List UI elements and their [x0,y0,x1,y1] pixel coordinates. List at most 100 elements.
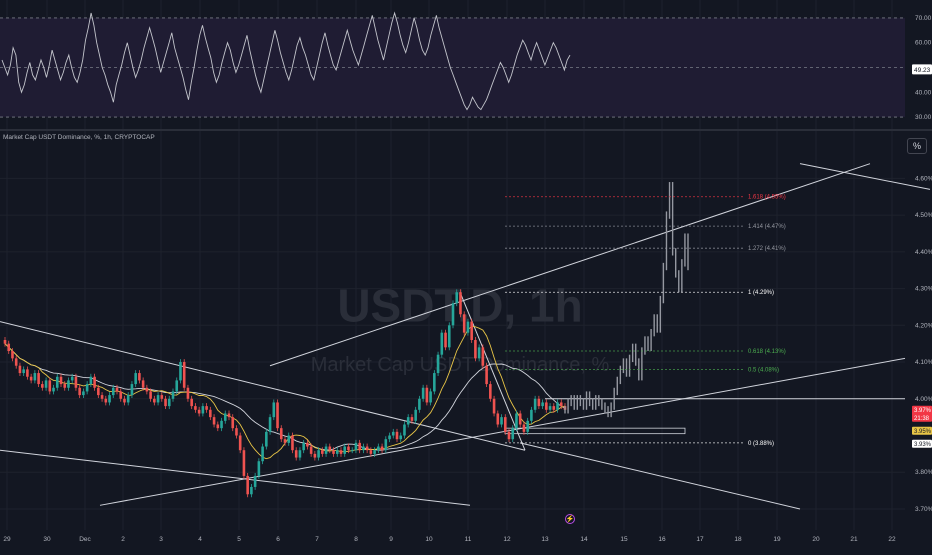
candle-body [216,424,220,429]
candle-body [156,395,160,403]
candle-body [515,413,518,429]
candle-body [265,431,268,447]
candle-body [391,431,395,436]
y-axis-tick: 4.40% [915,249,932,256]
watermark-name: Market Cap USDT Dominance, % [311,354,610,376]
candle-body [317,450,320,458]
candle-body [22,369,25,374]
x-axis-tick: 10 [425,536,433,543]
candle-body [138,373,141,381]
candle-body [481,347,485,366]
candle-body [474,340,477,359]
candle-body [533,398,537,410]
candle-body [548,406,552,410]
candle-body [358,442,361,451]
x-axis-tick: 5 [237,536,241,543]
candle-body [119,391,123,399]
x-axis-tick: 30 [43,536,51,543]
candle-body [511,428,515,440]
candle-body [37,373,40,385]
candle-body [395,431,399,440]
candle-body [179,362,182,381]
candle-body [332,450,335,454]
candle-body [500,417,503,425]
candle-body [123,398,126,403]
candle-body [55,376,59,388]
candle-body [530,409,533,421]
candle-body [52,387,55,392]
fib-level-label: 1 (4.29%) [748,290,774,296]
candle-body [444,332,447,348]
chart-area[interactable]: 70.0060.0050.0040.0030.0049.23USDT.D, 1h… [0,0,932,550]
candle-body [231,417,235,429]
candle-body [250,486,253,495]
chart-canvas[interactable]: 70.0060.0050.0040.0030.0049.23USDT.D, 1h… [0,0,932,550]
candle-body [108,395,111,403]
candle-body [373,450,376,454]
candle-body [74,376,78,388]
candle-body [302,442,305,451]
fib-level-label: 1.272 (4.41%) [748,246,786,252]
fib-level-label: 0.5 (4.08%) [748,367,779,373]
candle-body [171,391,175,399]
x-axis-tick: 15 [620,536,628,543]
price-label: 3.97% [914,408,932,414]
rsi-axis-tick: 60.00 [915,40,932,47]
candle-body [350,450,354,452]
candle-body [70,376,74,381]
candle-body [447,325,451,348]
candle-body [89,376,93,385]
candle-body [82,391,85,396]
candle-body [466,321,470,333]
x-axis-tick: 13 [541,536,549,543]
candle-body [164,398,167,407]
candle-body [507,431,511,440]
candle-body [459,292,462,315]
lightning-icon[interactable]: ⚡ [565,514,575,524]
candle-body [242,450,246,476]
candle-body [197,409,201,414]
candle-body [100,395,104,399]
candle-body [130,384,134,396]
x-axis-tick: 16 [658,536,666,543]
percent-scale-button[interactable]: % [907,138,927,154]
candle-body [67,380,70,388]
candle-body [354,442,358,451]
candle-body [93,376,96,388]
candle-body [126,395,130,403]
candle-body [477,347,481,359]
x-axis-tick: 14 [580,536,588,543]
candle-body [451,303,455,326]
candle-body [26,369,29,377]
x-axis-tick: 11 [465,536,472,543]
candle-body [272,402,276,418]
candle-body [29,376,33,381]
candle-body [145,387,149,392]
fib-level-label: 0 (3.88%) [748,441,774,447]
candle-body [537,398,541,407]
candle-body [324,446,328,454]
candle-body [418,398,421,410]
x-axis-tick: Dec [79,536,91,543]
rsi-current-label: 49.23 [914,67,931,74]
x-axis-tick: 6 [276,536,280,543]
candle-body [268,417,272,432]
candle-body [470,321,473,340]
candle-body [455,292,459,304]
candle-body [410,417,414,421]
y-axis-tick: 3.70% [915,506,932,513]
pane-divider[interactable] [0,129,932,131]
candle-body [212,417,216,425]
candle-body [298,450,302,458]
fib-level-label: 0.618 (4.13%) [748,349,786,355]
x-axis-tick: 19 [773,536,781,543]
candle-body [492,398,496,414]
candle-body [421,387,425,399]
candle-body [485,365,488,385]
candle-body [115,387,119,392]
candle-body [440,332,444,355]
y-axis-tick: 4.00% [915,396,932,403]
x-axis-tick: 8 [354,536,358,543]
candle-body [160,395,164,399]
candle-body [522,424,526,432]
